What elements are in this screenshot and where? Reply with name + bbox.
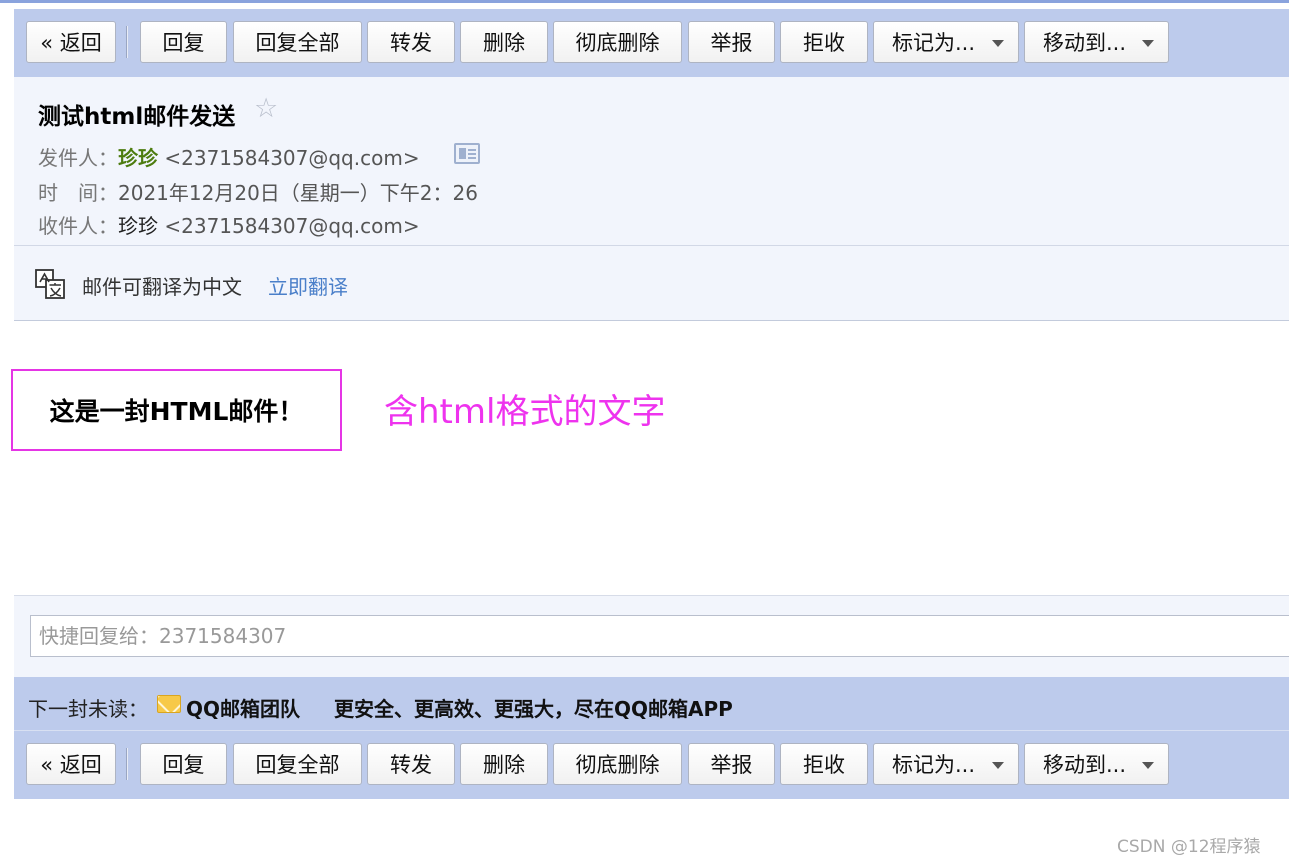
delete-permanently-button[interactable]: 彻底删除 [553,21,682,63]
report-button[interactable]: 举报 [688,21,775,63]
recipient-address: <2371584307@qq.com> [164,214,420,238]
delete-button[interactable]: 删除 [460,21,548,63]
contact-card-icon[interactable] [454,143,480,164]
header-bottom-border [14,320,1289,321]
mail-header: 测试html邮件发送 ☆ 发件人：珍珍 <2371584307@qq.com> … [14,77,1289,321]
quick-reply-area [14,595,1289,677]
mail-body-highlight: 这是一封HTML邮件！ [11,369,342,451]
translate-icon [35,269,65,299]
mark-as-dropdown[interactable]: 标记为... [873,743,1019,785]
sender-name[interactable]: 珍珍 [118,146,158,170]
mail-subject: 测试html邮件发送 [38,104,236,130]
next-unread-sender[interactable]: QQ邮箱团队 [186,693,300,722]
annotation-label: 含html格式的文字 [384,392,666,432]
next-unread-subject[interactable]: 更安全、更高效、更强大，尽在QQ邮箱APP [334,693,733,722]
caret-down-icon [1142,762,1154,769]
quick-reply-input[interactable] [30,615,1289,657]
recipient-name[interactable]: 珍珍 [118,214,158,238]
envelope-icon [157,695,181,713]
reply-button[interactable]: 回复 [140,743,227,785]
top-accent-line [0,0,1289,3]
caret-down-icon [992,40,1004,47]
forward-button[interactable]: 转发 [367,21,455,63]
caret-down-icon [1142,40,1154,47]
back-button[interactable]: « 返回 [26,21,116,63]
reject-button[interactable]: 拒收 [780,21,868,63]
toolbar-top: « 返回 回复 回复全部 转发 删除 彻底删除 举报 拒收 标记为... 移动到… [14,9,1289,77]
sender-address: <2371584307@qq.com> [164,146,420,170]
forward-button[interactable]: 转发 [367,743,455,785]
caret-down-icon [992,762,1004,769]
move-to-dropdown[interactable]: 移动到... [1024,743,1169,785]
next-unread-bar: 下一封未读： QQ邮箱团队 更安全、更高效、更强大，尽在QQ邮箱APP [14,677,1289,731]
delete-button[interactable]: 删除 [460,743,548,785]
move-to-dropdown[interactable]: 移动到... [1024,21,1169,63]
reply-all-button[interactable]: 回复全部 [233,743,362,785]
reject-button[interactable]: 拒收 [780,743,868,785]
delete-permanently-button[interactable]: 彻底删除 [553,743,682,785]
from-row: 发件人：珍珍 <2371584307@qq.com> [38,142,420,171]
from-label: 发件人： [38,146,118,170]
next-unread-label: 下一封未读： [28,697,148,721]
toolbar-separator [126,748,128,780]
mark-as-dropdown[interactable]: 标记为... [873,21,1019,63]
to-label: 收件人： [38,214,118,238]
time-label: 时 间： [38,181,118,205]
translate-notice: 邮件可翻译为中文 [82,275,242,299]
header-divider [14,245,1289,246]
mark-as-label: 标记为... [892,753,976,777]
reply-all-button[interactable]: 回复全部 [233,21,362,63]
reply-button[interactable]: 回复 [140,21,227,63]
move-to-label: 移动到... [1043,31,1127,55]
report-button[interactable]: 举报 [688,743,775,785]
toolbar-separator [126,26,128,58]
mark-as-label: 标记为... [892,31,976,55]
star-icon[interactable]: ☆ [254,95,278,122]
mail-body-text: 这是一封HTML邮件！ [49,397,304,426]
translate-now-link[interactable]: 立即翻译 [268,271,348,300]
back-button[interactable]: « 返回 [26,743,116,785]
move-to-label: 移动到... [1043,753,1127,777]
to-row: 收件人：珍珍 <2371584307@qq.com> [38,210,420,239]
time-row: 时 间：2021年12月20日（星期一）下午2：26 [38,177,478,206]
sent-time: 2021年12月20日（星期一）下午2：26 [118,181,478,205]
watermark: CSDN @12程序猿 [1117,837,1261,857]
toolbar-bottom: « 返回 回复 回复全部 转发 删除 彻底删除 举报 拒收 标记为... 移动到… [14,731,1289,799]
